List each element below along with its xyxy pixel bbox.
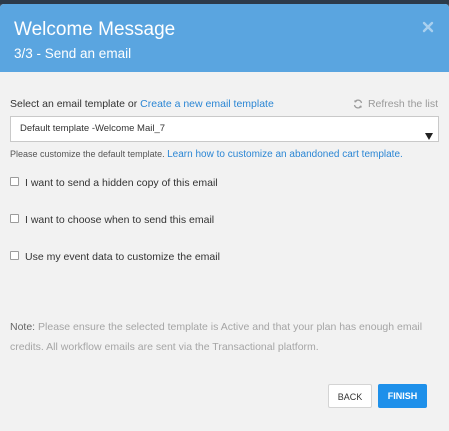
- caret-down-icon: [425, 126, 433, 150]
- modal-subtitle: 3/3 - Send an email: [14, 46, 132, 61]
- note-label: Note:: [10, 321, 36, 333]
- create-template-link[interactable]: Create a new email template: [140, 98, 274, 110]
- back-button[interactable]: BACK: [328, 384, 372, 408]
- choose-send-time-option[interactable]: I want to choose when to send this email: [10, 213, 214, 227]
- template-select-value: Default template -Welcome Mail_7: [20, 123, 166, 134]
- event-data-option[interactable]: Use my event data to customize the email: [10, 250, 220, 264]
- close-icon[interactable]: [421, 20, 435, 34]
- hidden-copy-checkbox[interactable]: [10, 177, 19, 186]
- template-label: Select an email template or: [10, 98, 141, 110]
- hidden-copy-option[interactable]: I want to send a hidden copy of this ema…: [10, 176, 218, 190]
- modal-header: Welcome Message 3/3 - Send an email: [0, 4, 449, 72]
- template-selection-row: Select an email template or Create a new…: [10, 96, 439, 112]
- finish-button[interactable]: FINISH: [378, 384, 427, 408]
- note-text: Please ensure the selected template is A…: [10, 321, 423, 353]
- hint-text: Please customize the default template.: [10, 149, 168, 159]
- event-data-label: Use my event data to customize the email: [25, 251, 220, 263]
- event-data-checkbox[interactable]: [10, 251, 19, 260]
- refresh-icon: [353, 99, 363, 109]
- customize-hint: Please customize the default template. L…: [10, 147, 403, 162]
- choose-send-time-checkbox[interactable]: [10, 214, 19, 223]
- template-select[interactable]: Default template -Welcome Mail_7: [10, 116, 439, 142]
- learn-customize-link[interactable]: Learn how to customize an abandoned cart…: [167, 149, 403, 160]
- choose-send-time-label: I want to choose when to send this email: [25, 214, 215, 226]
- workflow-note: Note: Please ensure the selected templat…: [10, 317, 430, 357]
- hidden-copy-label: I want to send a hidden copy of this ema…: [25, 177, 218, 189]
- modal-title: Welcome Message: [14, 19, 176, 40]
- refresh-label: Refresh the list: [367, 98, 438, 110]
- refresh-list-button[interactable]: Refresh the list: [353, 96, 438, 112]
